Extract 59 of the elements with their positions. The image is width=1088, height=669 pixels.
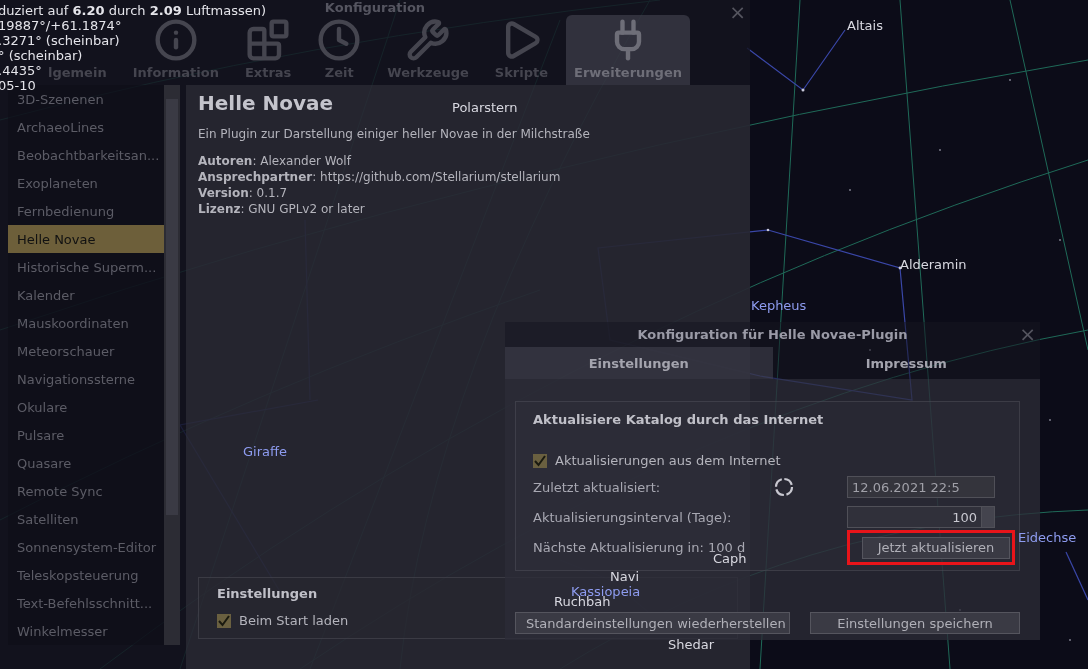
update-now-button[interactable]: Jetzt aktualisieren xyxy=(862,536,1010,559)
plugin-list-item[interactable]: Helle Novae xyxy=(8,225,164,253)
close-icon[interactable]: × xyxy=(1019,324,1036,344)
group-title: Aktualisiere Katalog durch das Internet xyxy=(533,412,824,427)
plugin-list-item[interactable]: Mauskoordinaten xyxy=(8,309,164,337)
group-title: Einstellungen xyxy=(217,586,318,601)
plugin-list-item[interactable]: Winkelmesser xyxy=(8,617,164,645)
plugin-meta-line: Ansprechpartner: https://github.com/Stellarium/stellarium xyxy=(198,169,561,185)
star-label: Polarstern xyxy=(452,100,518,115)
plugin-list-item[interactable]: Text-Befehlsschnitt... xyxy=(8,589,164,617)
close-icon[interactable]: × xyxy=(729,2,746,22)
info-line: .3271° (scheinbar) xyxy=(0,33,120,48)
plugin-meta-line: Lizenz: GNU GPLv2 or later xyxy=(198,201,365,217)
star-label: Shedar xyxy=(668,637,715,652)
tab[interactable]: Einstellungen xyxy=(505,347,773,379)
info-line: ° (scheinbar) xyxy=(0,48,83,63)
plugin-meta-line: Autoren: Alexander Wolf xyxy=(198,153,351,169)
dialog-title: Konfiguration für Helle Novae-Plugin xyxy=(637,327,908,342)
checkbox-label: Beim Start laden xyxy=(239,613,349,628)
plugin-list-item[interactable]: Exoplaneten xyxy=(8,169,164,197)
checkbox-label: Aktualisierungen aus dem Internet xyxy=(555,453,781,468)
star-label: Alderamin xyxy=(900,257,967,272)
tab[interactable]: Impressum xyxy=(772,347,1040,379)
plugin-list-item[interactable]: Historische Superm... xyxy=(8,253,164,281)
tab[interactable]: Erweiterungen xyxy=(566,15,690,85)
plugin-list-item[interactable]: Satelliten xyxy=(8,505,164,533)
save-settings-button[interactable]: Einstellungen speichern xyxy=(810,612,1020,634)
plugin-list-item[interactable]: Pulsare xyxy=(8,421,164,449)
field-label: Zuletzt aktualisiert: xyxy=(533,479,662,495)
field-label: Aktualisierungsinterval (Tage): xyxy=(533,509,733,525)
restore-defaults-button[interactable]: Standardeinstellungen wiederherstellen xyxy=(515,612,790,634)
plugin-meta-line: Version: 0.1.7 xyxy=(198,185,288,201)
plugin-list-item[interactable]: Beobachtbarkeitsan... xyxy=(8,141,164,169)
star-label: Navi xyxy=(610,569,639,584)
plugin-list-item[interactable]: ArchaeoLines xyxy=(8,113,164,141)
interval-field[interactable]: 100 xyxy=(847,506,981,528)
plugin-description: Ein Plugin zur Darstellung einiger heller Novae in der Milchstraße xyxy=(198,127,590,141)
constellation-label: Kepheus xyxy=(751,298,807,313)
plugin-title: Helle Novae xyxy=(198,91,334,115)
checkbox[interactable] xyxy=(217,613,231,628)
plugin-list-item[interactable]: Okulare xyxy=(8,393,164,421)
plugin-list-item[interactable]: Kalender xyxy=(8,281,164,309)
plugin-list-item[interactable]: Sonnensystem-Editor xyxy=(8,533,164,561)
plugin-list-item[interactable]: Meteorschauer xyxy=(8,337,164,365)
star-label: Caph xyxy=(713,551,747,566)
scrollbar[interactable] xyxy=(164,85,180,645)
plugin-list-item[interactable]: Fernbedienung xyxy=(8,197,164,225)
constellation-label: Eidechse xyxy=(1018,530,1077,545)
plugin-list-item[interactable]: Teleskopsteuerung xyxy=(8,561,164,589)
constellation-label: Giraffe xyxy=(243,444,287,459)
dialog-title: Konfiguration xyxy=(324,0,426,15)
refresh-icon xyxy=(773,476,795,498)
plugin-list-item[interactable]: Remote Sync xyxy=(8,477,164,505)
info-line: 19887°/+61.1874° xyxy=(0,18,122,33)
date-field[interactable]: 12.06.2021 22:5 xyxy=(847,476,995,498)
plugin-list-item[interactable]: Navigationssterne xyxy=(8,365,164,393)
info-line: .4435° xyxy=(0,63,42,78)
star-label: Altais xyxy=(847,18,883,33)
plugin-list-item[interactable]: Quasare xyxy=(8,449,164,477)
